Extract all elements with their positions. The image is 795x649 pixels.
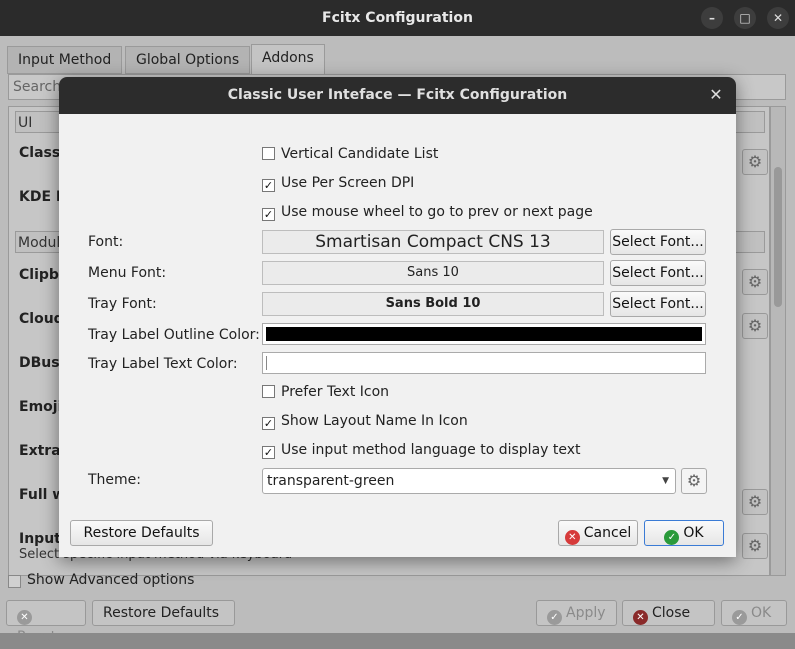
list-item[interactable]: Cloud bbox=[19, 311, 64, 327]
prefer-text-icon-checkbox[interactable] bbox=[262, 385, 275, 398]
scrollbar[interactable] bbox=[770, 106, 786, 576]
checkbox-label: Show Layout Name In Icon bbox=[281, 413, 468, 429]
tray-font-label: Tray Font: bbox=[88, 296, 157, 312]
gear-icon[interactable]: ⚙ bbox=[742, 533, 768, 559]
restore-defaults-button[interactable]: Restore Defaults bbox=[92, 600, 235, 626]
restore-defaults-button[interactable]: Restore Defaults bbox=[70, 520, 213, 546]
color-swatch-black bbox=[266, 327, 702, 341]
font-value: Smartisan Compact CNS 13 bbox=[262, 230, 604, 254]
chevron-down-icon: ▼ bbox=[662, 476, 669, 486]
checkbox-label: Vertical Candidate List bbox=[281, 146, 439, 162]
show-advanced-label: Show Advanced options bbox=[27, 572, 195, 588]
font-label: Font: bbox=[88, 234, 124, 250]
close-circle-icon: ✕ bbox=[633, 610, 648, 625]
color-swatch-white bbox=[266, 356, 702, 370]
checkbox-label: Use mouse wheel to go to prev or next pa… bbox=[281, 204, 593, 220]
select-tray-font-button[interactable]: Select Font... bbox=[610, 291, 706, 317]
reset-icon: ✕ bbox=[17, 610, 32, 625]
checkbox-label: Prefer Text Icon bbox=[281, 384, 390, 400]
main-window-titlebar: Fcitx Configuration – □ ✕ bbox=[0, 0, 795, 36]
show-layout-name-checkbox[interactable]: ✓ bbox=[262, 417, 275, 430]
checkbox-label: Use input method language to display tex… bbox=[281, 442, 581, 458]
menu-font-value: Sans 10 bbox=[262, 261, 604, 285]
reset-button[interactable]: ✕Reset bbox=[6, 600, 86, 645]
cancel-icon: ✕ bbox=[564, 530, 580, 545]
mouse-wheel-option[interactable]: ✓ Use mouse wheel to go to prev or next p… bbox=[262, 202, 593, 222]
show-layout-name-option[interactable]: ✓ Show Layout Name In Icon bbox=[262, 411, 468, 431]
show-advanced-checkbox[interactable] bbox=[8, 575, 21, 588]
apply-button[interactable]: ✓ Apply bbox=[536, 600, 617, 626]
input-method-language-checkbox[interactable]: ✓ bbox=[262, 446, 275, 459]
select-menu-font-button[interactable]: Select Font... bbox=[610, 260, 706, 286]
tray-text-color-label: Tray Label Text Color: bbox=[88, 356, 238, 372]
vertical-candidate-list-option[interactable]: Vertical Candidate List bbox=[262, 144, 438, 164]
classic-ui-dialog: Classic User Inteface — Fcitx Configurat… bbox=[59, 77, 736, 557]
tray-outline-color-button[interactable] bbox=[262, 323, 706, 345]
mouse-wheel-checkbox[interactable]: ✓ bbox=[262, 208, 275, 221]
tray-text-color-button[interactable] bbox=[262, 352, 706, 374]
gear-icon[interactable]: ⚙ bbox=[742, 489, 768, 515]
list-item[interactable]: DBus bbox=[19, 355, 60, 371]
theme-select[interactable]: transparent-green ▼ bbox=[262, 468, 676, 494]
per-screen-dpi-option[interactable]: ✓ Use Per Screen DPI bbox=[262, 173, 414, 193]
ok-icon: ✓ bbox=[732, 610, 747, 625]
gear-icon[interactable]: ⚙ bbox=[742, 149, 768, 175]
prefer-text-icon-option[interactable]: Prefer Text Icon bbox=[262, 382, 389, 402]
theme-value: transparent-green bbox=[267, 473, 395, 489]
tab-input-method[interactable]: Input Method bbox=[7, 46, 123, 74]
apply-icon: ✓ bbox=[547, 610, 562, 625]
maximize-icon[interactable]: □ bbox=[734, 7, 756, 29]
input-method-language-option[interactable]: ✓ Use input method language to display te… bbox=[262, 440, 581, 460]
dialog-titlebar: Classic User Inteface — Fcitx Configurat… bbox=[59, 77, 736, 114]
main-window-title: Fcitx Configuration bbox=[322, 10, 473, 26]
tab-addons[interactable]: Addons bbox=[251, 44, 325, 74]
theme-label: Theme: bbox=[88, 472, 142, 488]
tab-global-options[interactable]: Global Options bbox=[125, 46, 251, 74]
scrollbar-thumb[interactable] bbox=[774, 167, 782, 307]
select-font-button[interactable]: Select Font... bbox=[610, 229, 706, 255]
tray-font-value: Sans Bold 10 bbox=[262, 292, 604, 316]
list-item[interactable]: Input bbox=[19, 531, 61, 547]
gear-icon[interactable]: ⚙ bbox=[742, 313, 768, 339]
menu-font-label: Menu Font: bbox=[88, 265, 167, 281]
gear-icon[interactable]: ⚙ bbox=[742, 269, 768, 295]
minimize-icon[interactable]: – bbox=[701, 7, 723, 29]
dialog-title: Classic User Inteface — Fcitx Configurat… bbox=[227, 87, 568, 103]
theme-config-gear-icon[interactable]: ⚙ bbox=[681, 468, 707, 494]
ok-button[interactable]: ✓ OK bbox=[644, 520, 724, 546]
close-button[interactable]: ✕ Close bbox=[622, 600, 715, 626]
checkbox-label: Use Per Screen DPI bbox=[281, 175, 415, 191]
list-item[interactable]: Extra bbox=[19, 443, 61, 459]
vertical-candidate-list-checkbox[interactable] bbox=[262, 147, 275, 160]
ok-button[interactable]: ✓ OK bbox=[721, 600, 787, 626]
dialog-close-icon[interactable]: ✕ bbox=[706, 85, 726, 105]
ok-check-icon: ✓ bbox=[664, 530, 680, 545]
tray-outline-color-label: Tray Label Outline Color: bbox=[88, 327, 260, 343]
per-screen-dpi-checkbox[interactable]: ✓ bbox=[262, 179, 275, 192]
list-item[interactable]: Emoji bbox=[19, 399, 62, 415]
list-item[interactable]: KDE I bbox=[19, 189, 61, 205]
cancel-button[interactable]: ✕ Cancel bbox=[558, 520, 638, 546]
close-icon[interactable]: ✕ bbox=[767, 7, 789, 29]
